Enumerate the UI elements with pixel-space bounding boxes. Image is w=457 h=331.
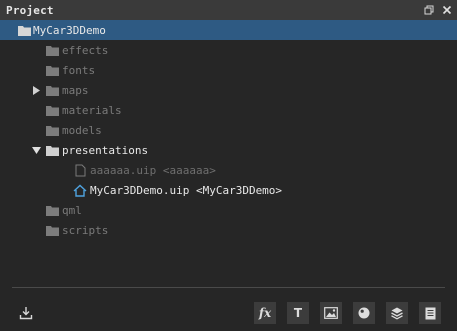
tree-item-models[interactable]: models bbox=[0, 120, 457, 140]
folder-icon bbox=[45, 144, 59, 156]
folder-icon bbox=[45, 44, 59, 56]
document-button[interactable] bbox=[419, 302, 441, 324]
layers-icon bbox=[391, 307, 403, 320]
image-button[interactable] bbox=[320, 302, 342, 324]
material-sphere-icon bbox=[358, 307, 370, 319]
tree-item-effects[interactable]: effects bbox=[0, 40, 457, 60]
panel-title: Project bbox=[6, 3, 54, 17]
tree-item-label: materials bbox=[62, 103, 122, 117]
text-button[interactable]: T bbox=[287, 302, 309, 324]
expand-arrow-icon[interactable] bbox=[31, 85, 41, 95]
tree-item-label: models bbox=[62, 123, 102, 137]
document-icon bbox=[425, 307, 436, 320]
material-button[interactable] bbox=[353, 302, 375, 324]
tree-item-qml[interactable]: qml bbox=[0, 200, 457, 220]
effect-button[interactable]: fx bbox=[254, 302, 276, 324]
tree-item-label: fonts bbox=[62, 63, 96, 77]
tree-item-label: qml bbox=[62, 203, 82, 217]
layers-button[interactable] bbox=[386, 302, 408, 324]
tree-item-label: aaaaaa.uip <aaaaaa> bbox=[90, 163, 216, 177]
text-label: T bbox=[293, 306, 303, 320]
tree-root-row[interactable]: MyCar3DDemo bbox=[0, 20, 457, 40]
close-icon[interactable] bbox=[441, 4, 453, 16]
tree-item-mycar3ddemo-uip[interactable]: MyCar3DDemo.uip <MyCar3DDemo> bbox=[0, 180, 457, 200]
tree-item-materials[interactable]: materials bbox=[0, 100, 457, 120]
tree-item-presentations[interactable]: presentations bbox=[0, 140, 457, 160]
tree-item-label: MyCar3DDemo.uip <MyCar3DDemo> bbox=[90, 183, 283, 197]
project-panel: Project MyCar3DDemo effects fonts maps m… bbox=[0, 0, 457, 331]
tree-item-label: presentations bbox=[62, 143, 149, 157]
tree-item-label: maps bbox=[62, 83, 89, 97]
panel-titlebar: Project bbox=[0, 0, 457, 20]
tree-item-fonts[interactable]: fonts bbox=[0, 60, 457, 80]
float-window-icon[interactable] bbox=[423, 4, 435, 16]
effect-label: fx bbox=[258, 306, 272, 320]
folder-icon bbox=[45, 204, 59, 216]
tree-root-label: MyCar3DDemo bbox=[33, 23, 106, 37]
tree-item-aaaaaa-uip[interactable]: aaaaaa.uip <aaaaaa> bbox=[0, 160, 457, 180]
folder-icon bbox=[45, 124, 59, 136]
folder-icon bbox=[45, 64, 59, 76]
title-buttons bbox=[423, 0, 453, 20]
home-icon bbox=[73, 184, 87, 197]
folder-icon bbox=[45, 84, 59, 96]
folder-icon bbox=[45, 104, 59, 116]
project-tree: MyCar3DDemo effects fonts maps materials… bbox=[0, 20, 457, 240]
tree-item-scripts[interactable]: scripts bbox=[0, 220, 457, 240]
folder-icon bbox=[45, 224, 59, 236]
bottom-toolbar: fx T bbox=[0, 288, 457, 331]
folder-icon bbox=[17, 24, 31, 36]
tree-item-label: scripts bbox=[62, 223, 109, 237]
image-icon bbox=[324, 307, 338, 319]
collapse-arrow-icon[interactable] bbox=[31, 145, 41, 155]
tree-item-label: effects bbox=[62, 43, 109, 57]
tree-item-maps[interactable]: maps bbox=[0, 80, 457, 100]
file-icon bbox=[73, 164, 87, 176]
import-icon[interactable] bbox=[15, 302, 37, 324]
